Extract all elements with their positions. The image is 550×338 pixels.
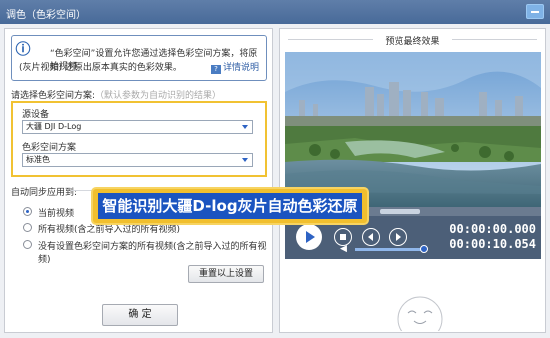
total-time: 00:00:10.054 <box>449 237 536 251</box>
notice-line-2: (灰片视频) 还原出原本真实的色彩效果。 <box>19 63 182 73</box>
radio-label-unset: 没有设置色彩空间方案的所有视频(含之前导入过的所有视频) <box>38 242 267 265</box>
sync-heading: 自动同步应用到: <box>11 188 78 198</box>
radio-all-videos[interactable] <box>23 223 32 232</box>
play-button[interactable] <box>296 224 322 250</box>
confirm-button[interactable]: 确 定 <box>102 304 178 326</box>
help-link[interactable]: ? 详情说明 <box>210 60 259 74</box>
colorspace-label: 色彩空间方案 <box>22 143 77 153</box>
preview-title: 预览最终效果 <box>385 37 440 47</box>
help-icon: ? <box>210 65 221 74</box>
progress-thumb[interactable] <box>380 209 420 214</box>
city-aerial-image <box>285 52 541 207</box>
settings-panel: ⓘ “色彩空间”设置允许您通过选择色彩空间方案，将原始视频 (灰片视频) 还原出… <box>4 28 273 333</box>
info-icon: ⓘ <box>15 40 31 58</box>
scheme-highlight-box: 源设备 大疆 DJI D-Log 色彩空间方案 标准色 <box>11 101 267 177</box>
source-device-select[interactable]: 大疆 DJI D-Log <box>22 120 253 134</box>
promo-banner-text: 智能识别大疆D-log灰片自动色彩还原 <box>98 193 362 219</box>
volume-knob[interactable] <box>420 245 428 253</box>
volume-icon[interactable]: ◀ <box>340 244 347 254</box>
divider <box>452 39 537 40</box>
mascot-decoration <box>397 296 443 331</box>
reset-button[interactable]: 重置以上设置 <box>188 265 264 283</box>
radio-label-current: 当前视频 <box>38 209 75 219</box>
radio-current-video[interactable] <box>23 207 32 216</box>
colorspace-select[interactable]: 标准色 <box>22 153 253 167</box>
play-icon <box>306 231 315 243</box>
scheme-heading-text: 请选择色彩空间方案: <box>11 91 96 101</box>
next-frame-button[interactable] <box>389 228 407 246</box>
video-preview <box>285 52 541 207</box>
previous-frame-button[interactable] <box>362 228 380 246</box>
source-device-label: 源设备 <box>22 110 50 120</box>
help-link-label: 详情说明 <box>222 63 259 73</box>
volume-slider[interactable] <box>355 245 428 253</box>
colorspace-value: 标准色 <box>26 155 50 164</box>
preview-panel: 预览最终效果 ◀ 00:00:00.000 00:00:10.054 <box>279 28 546 333</box>
promo-banner: 智能识别大疆D-log灰片自动色彩还原 <box>91 187 369 225</box>
minimize-button[interactable] <box>526 4 544 19</box>
scheme-heading: 请选择色彩空间方案:（默认参数为自动识别的结果） <box>11 88 221 101</box>
info-notice: ⓘ “色彩空间”设置允许您通过选择色彩空间方案，将原始视频 (灰片视频) 还原出… <box>11 35 267 81</box>
scheme-hint: （默认参数为自动识别的结果） <box>95 91 222 101</box>
stop-icon <box>340 234 346 240</box>
source-device-value: 大疆 DJI D-Log <box>26 122 82 131</box>
radio-unset-videos[interactable] <box>23 240 32 249</box>
step-back-icon <box>368 233 373 241</box>
title-bar: 调色（色彩空间） <box>0 0 550 24</box>
window-title: 调色（色彩空间） <box>6 10 86 21</box>
current-time: 00:00:00.000 <box>449 222 536 236</box>
chevron-down-icon <box>242 158 248 162</box>
step-forward-icon <box>396 233 401 241</box>
chevron-down-icon <box>242 125 248 129</box>
